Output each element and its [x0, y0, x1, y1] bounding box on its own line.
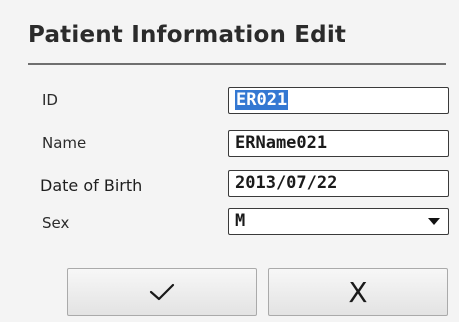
sex-value: M [235, 211, 246, 231]
id-label: ID [42, 91, 58, 109]
id-value: ER021 [235, 90, 289, 110]
name-field[interactable]: ERName021 [228, 130, 449, 157]
name-label: Name [42, 134, 87, 152]
title-divider [28, 63, 446, 65]
check-icon [149, 283, 175, 301]
patient-info-dialog: Patient Information Edit ID ER021 Name E… [0, 0, 459, 322]
cancel-button[interactable]: X [268, 268, 448, 316]
cancel-label: X [348, 275, 368, 309]
id-field[interactable]: ER021 [228, 87, 449, 114]
chevron-down-icon[interactable] [428, 218, 440, 225]
dob-label: Date of Birth [40, 176, 143, 195]
sex-select[interactable]: M [228, 208, 449, 235]
dob-value: 2013/07/22 [235, 173, 338, 193]
dialog-title: Patient Information Edit [28, 22, 347, 48]
sex-label: Sex [42, 214, 70, 232]
name-value: ERName021 [235, 133, 328, 153]
dob-field[interactable]: 2013/07/22 [228, 170, 449, 197]
confirm-button[interactable] [67, 268, 257, 316]
